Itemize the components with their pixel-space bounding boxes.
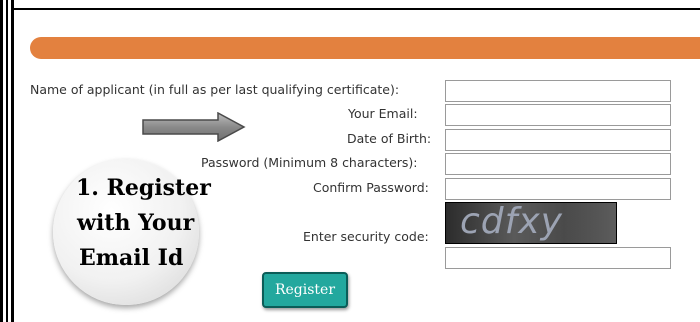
callout-line-1: 1. Register xyxy=(76,175,211,201)
top-border xyxy=(0,0,700,10)
name-field[interactable] xyxy=(445,80,671,102)
password-label: Password (Minimum 8 characters): xyxy=(201,155,418,170)
name-label: Name of applicant (in full as per last q… xyxy=(30,82,400,97)
email-field[interactable] xyxy=(445,104,671,126)
dob-label: Date of Birth: xyxy=(347,131,432,146)
dob-field[interactable] xyxy=(445,129,671,151)
register-callout: 1. Register with Your Email Id xyxy=(53,159,211,305)
right-arrow-icon xyxy=(142,112,246,142)
captcha-shade xyxy=(564,203,616,243)
captcha-image: cdfxy xyxy=(445,202,617,244)
callout-line-3: Email Id xyxy=(79,245,184,271)
callout-line-2: with Your xyxy=(77,210,195,236)
section-banner xyxy=(30,37,700,59)
email-label: Your Email: xyxy=(348,106,418,121)
captcha-text: cdfxy xyxy=(460,202,563,242)
confirm-password-label: Confirm Password: xyxy=(313,180,429,195)
security-code-label: Enter security code: xyxy=(303,229,429,244)
left-frame-border xyxy=(0,0,14,322)
confirm-password-field[interactable] xyxy=(445,178,671,200)
password-field[interactable] xyxy=(445,153,671,175)
security-code-field[interactable] xyxy=(445,247,671,269)
register-button[interactable]: Register xyxy=(262,272,348,308)
